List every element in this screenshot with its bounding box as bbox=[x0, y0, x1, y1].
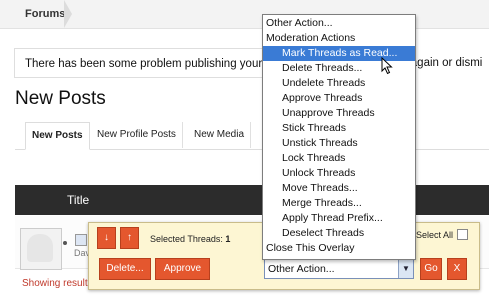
option-other-action[interactable]: Other Action... bbox=[263, 16, 415, 31]
option-apply-thread-prefix[interactable]: Apply Thread Prefix... bbox=[263, 211, 415, 226]
go-button[interactable]: Go bbox=[420, 258, 442, 280]
option-unlock-threads[interactable]: Unlock Threads bbox=[263, 166, 415, 181]
selected-threads-text: Selected Threads: bbox=[150, 234, 223, 244]
option-approve-threads[interactable]: Approve Threads bbox=[263, 91, 415, 106]
other-action-dropdown: Other Action... Moderation Actions Mark … bbox=[262, 14, 416, 260]
selected-threads-label: Selected Threads: 1 bbox=[150, 234, 230, 244]
column-title-header[interactable]: Title bbox=[67, 185, 89, 215]
option-undelete-threads[interactable]: Undelete Threads bbox=[263, 76, 415, 91]
tab-new-profile-posts[interactable]: New Profile Posts bbox=[91, 122, 183, 148]
mouse-pointer-icon bbox=[381, 57, 393, 75]
option-unapprove-threads[interactable]: Unapprove Threads bbox=[263, 106, 415, 121]
option-lock-threads[interactable]: Lock Threads bbox=[263, 151, 415, 166]
selected-threads-count: 1 bbox=[225, 234, 231, 244]
option-unstick-threads[interactable]: Unstick Threads bbox=[263, 136, 415, 151]
arrow-down-icon[interactable]: ↓ bbox=[97, 227, 116, 249]
tab-new-media[interactable]: New Media bbox=[188, 122, 252, 148]
delete-button[interactable]: Delete... bbox=[99, 258, 151, 280]
row-select-checkbox[interactable] bbox=[75, 234, 87, 246]
select-all-checkbox[interactable] bbox=[457, 229, 468, 240]
option-close-overlay[interactable]: Close This Overlay bbox=[263, 241, 415, 256]
option-stick-threads[interactable]: Stick Threads bbox=[263, 121, 415, 136]
error-notice-text: There has been some problem publishing y… bbox=[25, 58, 263, 70]
page-title: New Posts bbox=[15, 88, 106, 109]
option-deselect-threads[interactable]: Deselect Threads bbox=[263, 226, 415, 241]
option-merge-threads[interactable]: Merge Threads... bbox=[263, 196, 415, 211]
option-move-threads[interactable]: Move Threads... bbox=[263, 181, 415, 196]
unread-dot-icon bbox=[63, 241, 67, 245]
select-all-label: Select All bbox=[416, 230, 454, 240]
avatar-figure bbox=[27, 234, 53, 262]
close-overlay-button[interactable]: X bbox=[447, 258, 467, 280]
arrow-up-icon[interactable]: ↑ bbox=[120, 227, 139, 249]
breadcrumb-separator bbox=[64, 0, 72, 28]
optgroup-moderation-actions: Moderation Actions bbox=[266, 32, 356, 44]
chevron-down-icon[interactable]: ▼ bbox=[398, 260, 413, 278]
tab-new-posts[interactable]: New Posts bbox=[25, 122, 90, 150]
approve-button[interactable]: Approve bbox=[155, 258, 210, 280]
other-action-select-value: Other Action... bbox=[268, 263, 335, 275]
